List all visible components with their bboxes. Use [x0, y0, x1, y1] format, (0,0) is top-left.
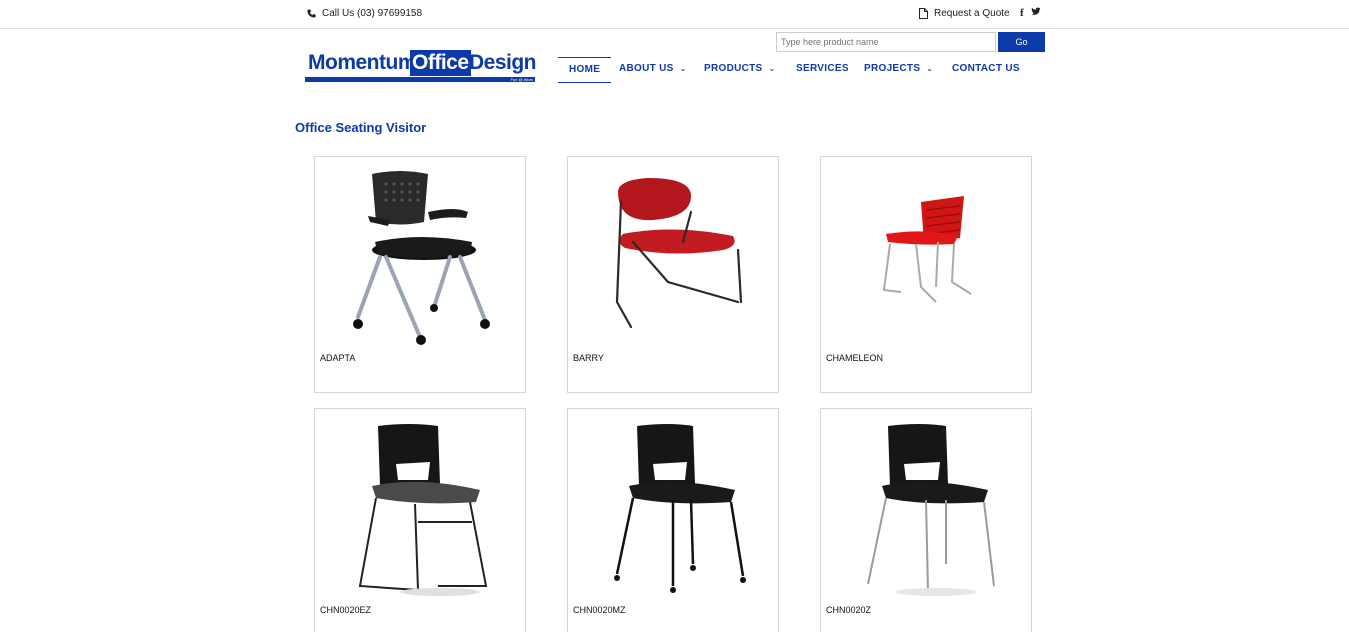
nav-projects-label: PROJECTS [864, 63, 921, 74]
product-card[interactable]: ADAPTA [314, 156, 526, 393]
product-name: CHN0020EZ [320, 605, 372, 615]
chevron-down-icon: ⌄ [679, 64, 687, 73]
nav-products-label: PRODUCTS [704, 63, 763, 74]
facebook-icon[interactable]: f [1020, 7, 1024, 19]
product-name: ADAPTA [320, 353, 356, 363]
request-quote-label: Request a Quote [934, 8, 1010, 19]
chair-image-chn0020z [867, 424, 995, 596]
chair-image-adapta [353, 171, 490, 345]
product-name: CHAMELEON [826, 353, 884, 363]
site-logo[interactable]: Momentum Office Design Fun @ Work [305, 50, 537, 84]
chair-image-barry [615, 178, 743, 329]
product-card[interactable]: CHAMELEON [820, 156, 1032, 393]
product-card[interactable]: CHN0020MZ [567, 408, 779, 632]
nav-contact-label: CONTACT US [952, 63, 1020, 74]
product-search-input[interactable] [776, 32, 996, 52]
nav-about[interactable]: ABOUT US ⌄ [619, 57, 687, 83]
chair-image-chn0020mz [614, 424, 746, 593]
logo-word-office: Office [410, 50, 471, 76]
twitter-icon[interactable] [1031, 7, 1041, 16]
nav-services[interactable]: SERVICES [796, 57, 849, 83]
product-name: CHN0020Z [826, 605, 872, 615]
social-links: f [1020, 7, 1041, 19]
request-quote-link[interactable]: Request a Quote [919, 8, 1010, 19]
chevron-down-icon: ⌄ [768, 64, 776, 73]
product-card[interactable]: CHN0020EZ [314, 408, 526, 632]
phone-icon [307, 9, 316, 18]
chair-image-chn0020ez [358, 424, 488, 596]
product-name: CHN0020MZ [573, 605, 626, 615]
logo-underline [305, 77, 535, 82]
nav-home[interactable]: HOME [558, 57, 612, 83]
nav-projects[interactable]: PROJECTS ⌄ [864, 57, 933, 83]
chevron-down-icon: ⌄ [926, 64, 934, 73]
nav-about-label: ABOUT US [619, 63, 674, 74]
document-icon [919, 8, 928, 19]
product-card[interactable]: BARRY [567, 156, 779, 393]
logo-word-design: Design [469, 51, 537, 74]
nav-contact[interactable]: CONTACT US [952, 57, 1020, 83]
page-title: Office Seating Visitor [295, 120, 427, 135]
nav-services-label: SERVICES [796, 63, 849, 74]
phone-number: Call Us (03) 97699158 [322, 8, 423, 19]
chair-image-chameleon [882, 196, 972, 303]
nav-home-label: HOME [569, 64, 601, 75]
search-go-button[interactable]: Go [998, 32, 1045, 52]
top-bar: Call Us (03) 97699158 Request a Quote f [0, 0, 1349, 29]
call-us[interactable]: Call Us (03) 97699158 [307, 8, 422, 19]
logo-word-momentum: Momentum [308, 51, 417, 74]
product-name: BARRY [573, 353, 604, 363]
product-card[interactable]: CHN0020Z [820, 408, 1032, 632]
logo-tagline: Fun @ Work [510, 77, 533, 82]
nav-products[interactable]: PRODUCTS ⌄ [704, 57, 776, 83]
